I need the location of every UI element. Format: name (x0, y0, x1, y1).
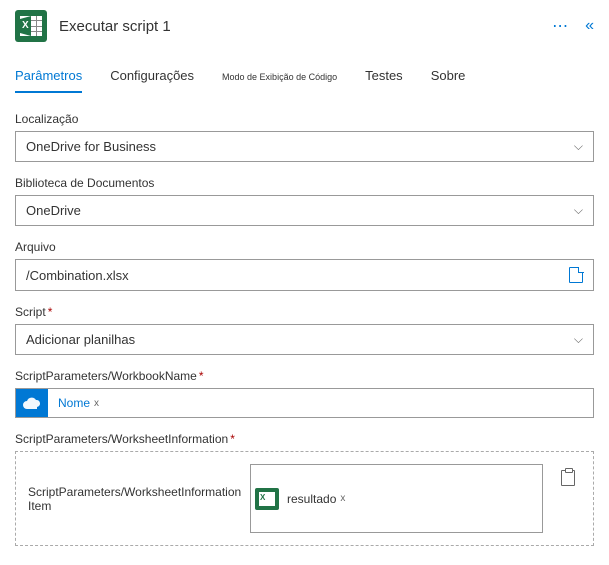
panel-header: X Executar script 1 ⋯ « (0, 0, 609, 52)
localizacao-select[interactable]: OneDrive for Business ⌵ (15, 131, 594, 162)
biblioteca-select[interactable]: OneDrive ⌵ (15, 195, 594, 226)
biblioteca-label: Biblioteca de Documentos (15, 176, 594, 190)
workbook-name-input[interactable]: Nome x (15, 388, 594, 418)
chevron-down-icon: ⌵ (574, 139, 583, 154)
panel-title: Executar script 1 (59, 18, 540, 35)
workbook-name-chip[interactable]: Nome x (48, 389, 109, 417)
array-mode-toggle-icon[interactable] (561, 470, 575, 486)
excel-icon: X (15, 10, 47, 42)
worksheet-info-label: ScriptParameters/WorksheetInformation* (15, 432, 594, 446)
arquivo-label: Arquivo (15, 240, 594, 254)
collapse-button[interactable]: « (585, 17, 594, 35)
workbook-name-label: ScriptParameters/WorkbookName* (15, 369, 594, 383)
form-content: Localização OneDrive for Business ⌵ Bibl… (0, 94, 609, 546)
excel-icon (255, 488, 279, 510)
chevron-down-icon: ⌵ (574, 203, 583, 218)
tab-code-view[interactable]: Modo de Exibição de Código (222, 60, 337, 93)
biblioteca-value: OneDrive (26, 203, 81, 218)
file-picker-icon[interactable] (569, 267, 583, 283)
onedrive-icon (16, 389, 48, 417)
worksheet-item-input[interactable]: resultado x (250, 464, 543, 533)
worksheet-info-array: ScriptParameters/WorksheetInformation It… (15, 451, 594, 546)
tab-parametros[interactable]: Parâmetros (15, 60, 82, 93)
tab-sobre[interactable]: Sobre (431, 60, 466, 93)
chip-remove-icon[interactable]: x (340, 493, 345, 504)
worksheet-chip[interactable]: resultado x (287, 492, 345, 506)
script-label: Script* (15, 305, 594, 319)
script-value: Adicionar planilhas (26, 332, 135, 347)
localizacao-label: Localização (15, 112, 594, 126)
tab-configuracoes[interactable]: Configurações (110, 60, 194, 93)
chevron-down-icon: ⌵ (574, 332, 583, 347)
tab-testes[interactable]: Testes (365, 60, 403, 93)
localizacao-value: OneDrive for Business (26, 139, 156, 154)
more-options-button[interactable]: ⋯ (552, 16, 569, 36)
arquivo-input[interactable]: /Combination.xlsx (15, 259, 594, 291)
chip-remove-icon[interactable]: x (94, 398, 99, 409)
worksheet-item-label: ScriptParameters/WorksheetInformation It… (28, 464, 238, 533)
arquivo-value: /Combination.xlsx (26, 268, 129, 283)
tab-bar: Parâmetros Configurações Modo de Exibiçã… (0, 60, 609, 94)
script-select[interactable]: Adicionar planilhas ⌵ (15, 324, 594, 355)
